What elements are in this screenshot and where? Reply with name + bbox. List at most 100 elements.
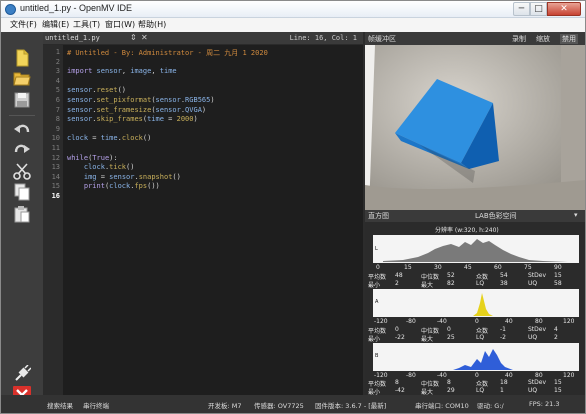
camera-frame-picture xyxy=(365,45,585,210)
line-number: 9 xyxy=(55,124,60,133)
tick-label: -120 xyxy=(374,318,388,325)
tab-switch-icon[interactable]: ⇕ xyxy=(130,33,137,42)
line-number: 14 xyxy=(51,172,60,181)
tab-close-icon[interactable]: ✕ xyxy=(141,33,148,42)
connect-icon[interactable] xyxy=(13,365,31,383)
toolbar-divider xyxy=(9,115,35,116)
record-button[interactable]: 录制 xyxy=(512,34,526,44)
tick-label: -40 xyxy=(437,318,447,325)
tick-label: 90 xyxy=(554,264,562,271)
cursor-position: Line: 16, Col: 1 xyxy=(289,34,357,42)
stat-label: UQ xyxy=(528,387,538,394)
framebuffer-image xyxy=(365,45,585,210)
color-space-select[interactable]: LAB色彩空间 xyxy=(475,211,517,221)
tab-untitled-file[interactable]: untitled_1.py xyxy=(43,32,102,45)
line-number: 7 xyxy=(55,105,60,114)
stat-value: 1 xyxy=(500,387,504,394)
copy-icon[interactable] xyxy=(13,183,31,201)
stat-value: 15 xyxy=(554,272,562,279)
drive-info: 驱动: G:/ xyxy=(477,402,504,410)
minimize-button[interactable]: ─ xyxy=(513,2,530,16)
undo-icon[interactable] xyxy=(13,121,31,139)
stat-label: LQ xyxy=(476,387,485,394)
menu-bar: 文件(F) 编辑(E) 工具(T) 窗口(W) 帮助(H) xyxy=(1,18,585,32)
search-results-tab[interactable]: 搜索结果 xyxy=(47,400,73,410)
new-file-icon[interactable] xyxy=(13,49,31,67)
menu-tools[interactable]: 工具(T) xyxy=(73,19,100,30)
stat-value: -2 xyxy=(500,334,506,341)
line-number: 6 xyxy=(55,96,60,104)
tick-label: 0 xyxy=(475,318,479,325)
tick-label: -80 xyxy=(406,318,416,325)
redo-icon[interactable] xyxy=(13,141,31,159)
stat-label: StDev xyxy=(528,379,547,386)
firmware-info[interactable]: 固件版本: 3.6.7 - [最新] xyxy=(315,400,386,410)
stat-label: LQ xyxy=(476,280,485,287)
stat-value: 58 xyxy=(554,280,562,287)
editor-tab-bar: untitled_1.py ⇕ ✕ Line: 16, Col: 1 xyxy=(43,32,363,45)
menu-file[interactable]: 文件(F) xyxy=(10,19,37,30)
stat-value: 8 xyxy=(447,379,451,386)
b-histogram-plot xyxy=(453,349,513,370)
tick-label: 30 xyxy=(434,264,442,271)
zoom-button[interactable]: 缩放 xyxy=(536,34,550,44)
line-number-gutter: 1 2 3 4 5 6 7 8 9 10 11 12 13 14 15 16 xyxy=(43,45,63,395)
menu-edit[interactable]: 编辑(E) xyxy=(42,19,69,30)
stat-value: 52 xyxy=(447,272,455,279)
open-folder-icon[interactable] xyxy=(13,69,31,87)
code-line: while(True): xyxy=(67,153,118,162)
cut-icon[interactable] xyxy=(13,163,31,181)
disable-button[interactable]: 禁用 xyxy=(560,34,578,44)
line-number: 13 xyxy=(51,163,60,172)
tick-label: 40 xyxy=(505,318,513,325)
stat-label: 最大 xyxy=(421,282,434,289)
line-number: 5 xyxy=(55,86,60,95)
stat-value: 25 xyxy=(447,334,455,341)
serial-port-info: 串行端口: COM10 xyxy=(415,402,469,410)
stat-value: 15 xyxy=(554,379,562,386)
status-bar: 搜索结果 串行终端 开发板: M7 传感器: OV7725 固件版本: 3.6.… xyxy=(1,395,585,413)
line-number-current: 16 xyxy=(51,192,60,200)
line-number: 12 xyxy=(51,153,60,162)
a-histogram: A xyxy=(373,289,579,317)
stat-value: -1 xyxy=(500,326,506,333)
stat-value: 0 xyxy=(395,326,399,333)
line-number: 15 xyxy=(51,182,60,191)
stat-value: 29 xyxy=(447,387,455,394)
fps-readout: FPS: 21.3 xyxy=(529,400,560,408)
histogram-header: 直方图 LAB色彩空间 ▾ xyxy=(365,210,585,222)
paste-icon[interactable] xyxy=(13,205,31,223)
l-histogram-plot xyxy=(383,239,568,262)
l-histogram: L xyxy=(373,235,579,263)
chevron-down-icon[interactable]: ▾ xyxy=(574,211,578,219)
maximize-button[interactable]: □ xyxy=(530,2,547,16)
stat-value: -42 xyxy=(395,387,405,394)
stat-label: 最大 xyxy=(421,336,434,343)
menu-help[interactable]: 帮助(H) xyxy=(138,19,166,30)
stat-value: 38 xyxy=(500,280,508,287)
tick-label: 80 xyxy=(535,318,543,325)
code-line: print(clock.fps()) xyxy=(83,182,160,191)
framebuffer-title: 帧缓冲区 xyxy=(368,35,396,43)
stat-value: 18 xyxy=(500,379,508,386)
sensor-info: 传感器: OV7725 xyxy=(254,402,304,410)
stat-label: 最小 xyxy=(368,336,381,343)
resolution-label: 分辨率 (w:320, h:240) xyxy=(435,227,499,234)
close-button[interactable]: ✕ xyxy=(547,2,581,16)
stat-value: 82 xyxy=(447,280,455,287)
stat-label: 最小 xyxy=(368,282,381,289)
line-number: 4 xyxy=(55,76,60,85)
stat-label: UQ xyxy=(528,280,538,287)
menu-window[interactable]: 窗口(W) xyxy=(105,19,135,30)
serial-terminal-tab[interactable]: 串行终端 xyxy=(83,400,109,410)
tick-label: 120 xyxy=(563,318,575,325)
stat-label: UQ xyxy=(528,334,538,341)
stat-value: 48 xyxy=(395,272,403,279)
save-icon[interactable] xyxy=(13,91,31,109)
code-editor[interactable]: # Untitled - By: Administrator - 周二 九月 1… xyxy=(63,45,363,395)
code-line: clock = time.clock() xyxy=(67,134,152,143)
tick-label: 120 xyxy=(563,372,575,379)
code-line: img = sensor.snapshot() xyxy=(83,172,181,181)
line-number: 1 xyxy=(55,48,60,56)
tick-label: -40 xyxy=(437,372,447,379)
